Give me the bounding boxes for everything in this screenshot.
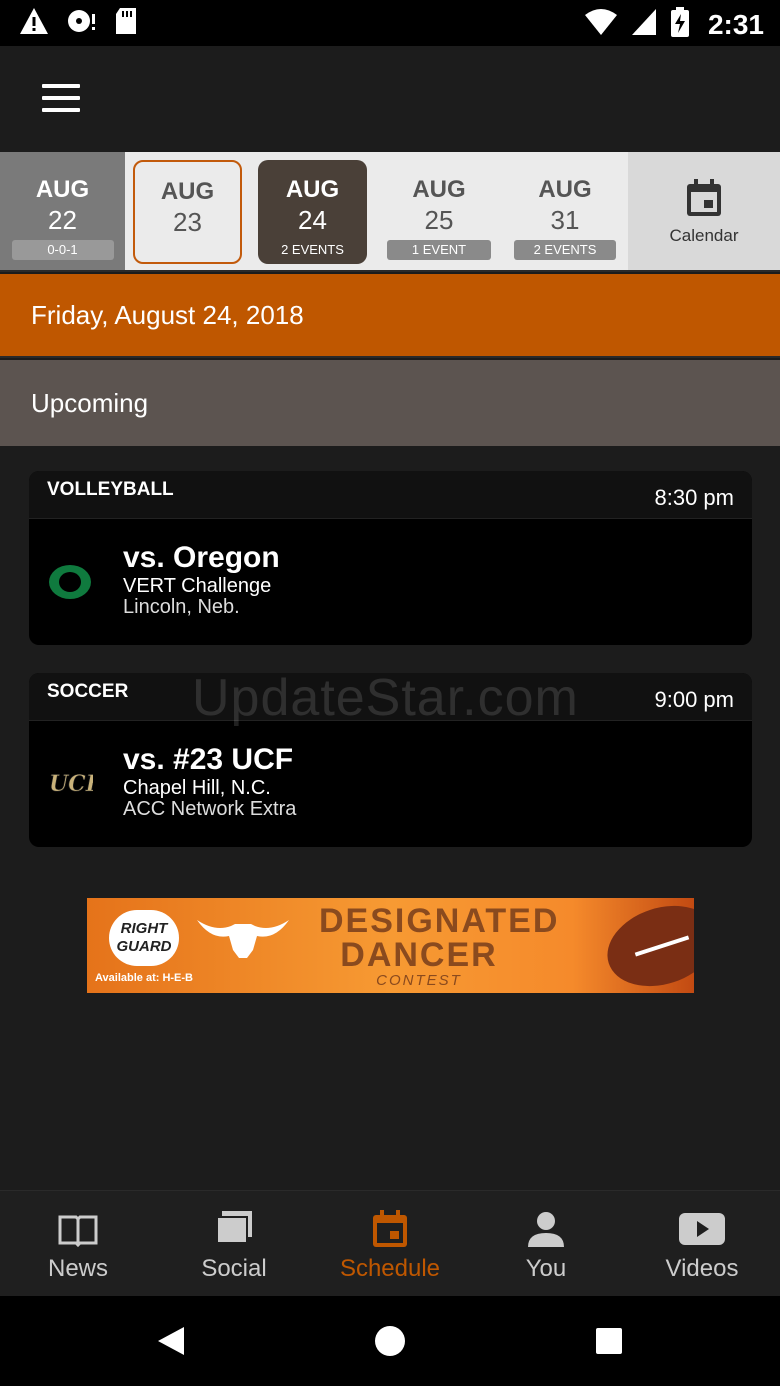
football-icon: [596, 898, 694, 993]
event-sport: VOLLEYBALL: [47, 479, 174, 500]
ad-availability: Available at: H-E-B: [95, 972, 194, 984]
ad-subline: CONTEST: [376, 972, 462, 989]
date-day: 31: [550, 205, 580, 235]
date-day: 23: [173, 207, 202, 237]
clock: 2:31: [707, 8, 764, 40]
nav-schedule[interactable]: Schedule: [312, 1191, 468, 1297]
event-detail-line-1: VERT Challenge: [123, 575, 272, 597]
event-detail-line-2: Lincoln, Neb.: [123, 596, 240, 618]
calendar-icon: [684, 178, 724, 218]
date-month: AUG: [285, 176, 340, 203]
date-month: AUG: [538, 176, 592, 203]
date-day: 22: [48, 205, 77, 235]
status-bar: 2:31: [0, 0, 780, 46]
ucf-logo-icon: UCF: [47, 761, 103, 807]
ad-banner[interactable]: RIGHT GUARD Available at: H-E-B DESIGNAT…: [87, 898, 694, 993]
nav-videos-label: Videos: [665, 1255, 739, 1282]
date-cell-aug-23[interactable]: AUG 23: [133, 160, 242, 264]
nav-you[interactable]: You: [468, 1191, 624, 1297]
date-month: AUG: [160, 178, 215, 205]
selected-date-text: Friday, August 24, 2018: [31, 300, 304, 330]
warning-icon: [18, 6, 50, 41]
recents-icon[interactable]: [595, 1327, 623, 1360]
date-month: AUG: [412, 176, 466, 203]
oregon-o-logo-icon: [47, 559, 93, 605]
calendar-button[interactable]: Calendar: [628, 152, 780, 270]
nav-news[interactable]: News: [0, 1191, 156, 1297]
battery-icon: [670, 6, 690, 43]
date-month: AUG: [35, 176, 90, 203]
event-opponent: vs. Oregon: [123, 541, 280, 574]
disc-icon: [66, 6, 98, 41]
social-cards-icon: [214, 1209, 254, 1249]
back-icon[interactable]: [154, 1325, 186, 1362]
book-icon: [58, 1209, 98, 1249]
date-cell-aug-31[interactable]: AUG 31 2 EVENTS: [511, 152, 619, 270]
date-cell-aug-25[interactable]: AUG 25 1 EVENT: [385, 152, 493, 270]
home-icon[interactable]: [374, 1325, 406, 1362]
calendar-label: Calendar: [669, 226, 739, 245]
bottom-navigation: News Social Schedule You Videos: [0, 1190, 780, 1296]
signal-icon: [630, 7, 658, 42]
event-card-volleyball[interactable]: VOLLEYBALL 8:30 pm vs. Oregon VERT Chall…: [29, 471, 752, 645]
ad-headline: DESIGNATED DANCER: [319, 902, 560, 974]
event-detail-line-1: Chapel Hill, N.C.: [123, 777, 271, 799]
event-time: 9:00 pm: [654, 687, 735, 712]
event-detail-line-2: ACC Network Extra: [123, 798, 297, 820]
svg-text:UCF: UCF: [49, 771, 93, 797]
sd-card-icon: [114, 6, 138, 41]
date-day: 25: [424, 205, 454, 235]
play-icon: [678, 1209, 726, 1249]
nav-videos[interactable]: Videos: [624, 1191, 780, 1297]
app-bar: [0, 46, 780, 152]
event-count-badge: 1 EVENT: [387, 240, 491, 260]
ad-headline-line-2: DANCER: [340, 936, 498, 974]
event-card-header: VOLLEYBALL 8:30 pm: [29, 471, 752, 519]
person-icon: [526, 1209, 566, 1249]
event-sport: SOCCER: [47, 681, 129, 702]
longhorn-logo-icon: [195, 910, 291, 965]
ad-headline-line-1: DESIGNATED: [319, 902, 560, 940]
section-title: Upcoming: [31, 388, 149, 418]
selected-date-banner: Friday, August 24, 2018: [0, 274, 780, 358]
date-cell-aug-22[interactable]: AUG 22 0-0-1: [0, 152, 125, 270]
event-count-badge: 2 EVENTS: [514, 240, 616, 260]
event-time: 8:30 pm: [654, 485, 735, 510]
event-count-badge: 2 EVENTS: [281, 242, 344, 257]
nav-you-label: You: [525, 1255, 567, 1282]
section-header: Upcoming: [0, 360, 780, 446]
nav-social[interactable]: Social: [156, 1191, 312, 1297]
system-navigation-bar: [0, 1296, 780, 1386]
nav-social-label: Social: [201, 1255, 267, 1282]
event-opponent: vs. #23 UCF: [123, 743, 294, 776]
menu-icon[interactable]: [42, 84, 80, 112]
calendar-icon: [370, 1209, 410, 1249]
date-strip: AUG 22 0-0-1 AUG 23 AUG 24 2 EVENTS AUG …: [0, 152, 780, 272]
nav-news-label: News: [47, 1255, 108, 1282]
date-cell-aug-24-selected[interactable]: AUG 24 2 EVENTS: [258, 160, 367, 264]
watermark: UpdateStar.com: [192, 669, 579, 727]
wifi-icon: [584, 7, 618, 42]
date-day: 24: [298, 205, 327, 235]
ad-brand-logo: RIGHT GUARD: [109, 910, 179, 966]
date-record-badge: 0-0-1: [11, 240, 114, 260]
nav-schedule-label: Schedule: [339, 1255, 441, 1282]
